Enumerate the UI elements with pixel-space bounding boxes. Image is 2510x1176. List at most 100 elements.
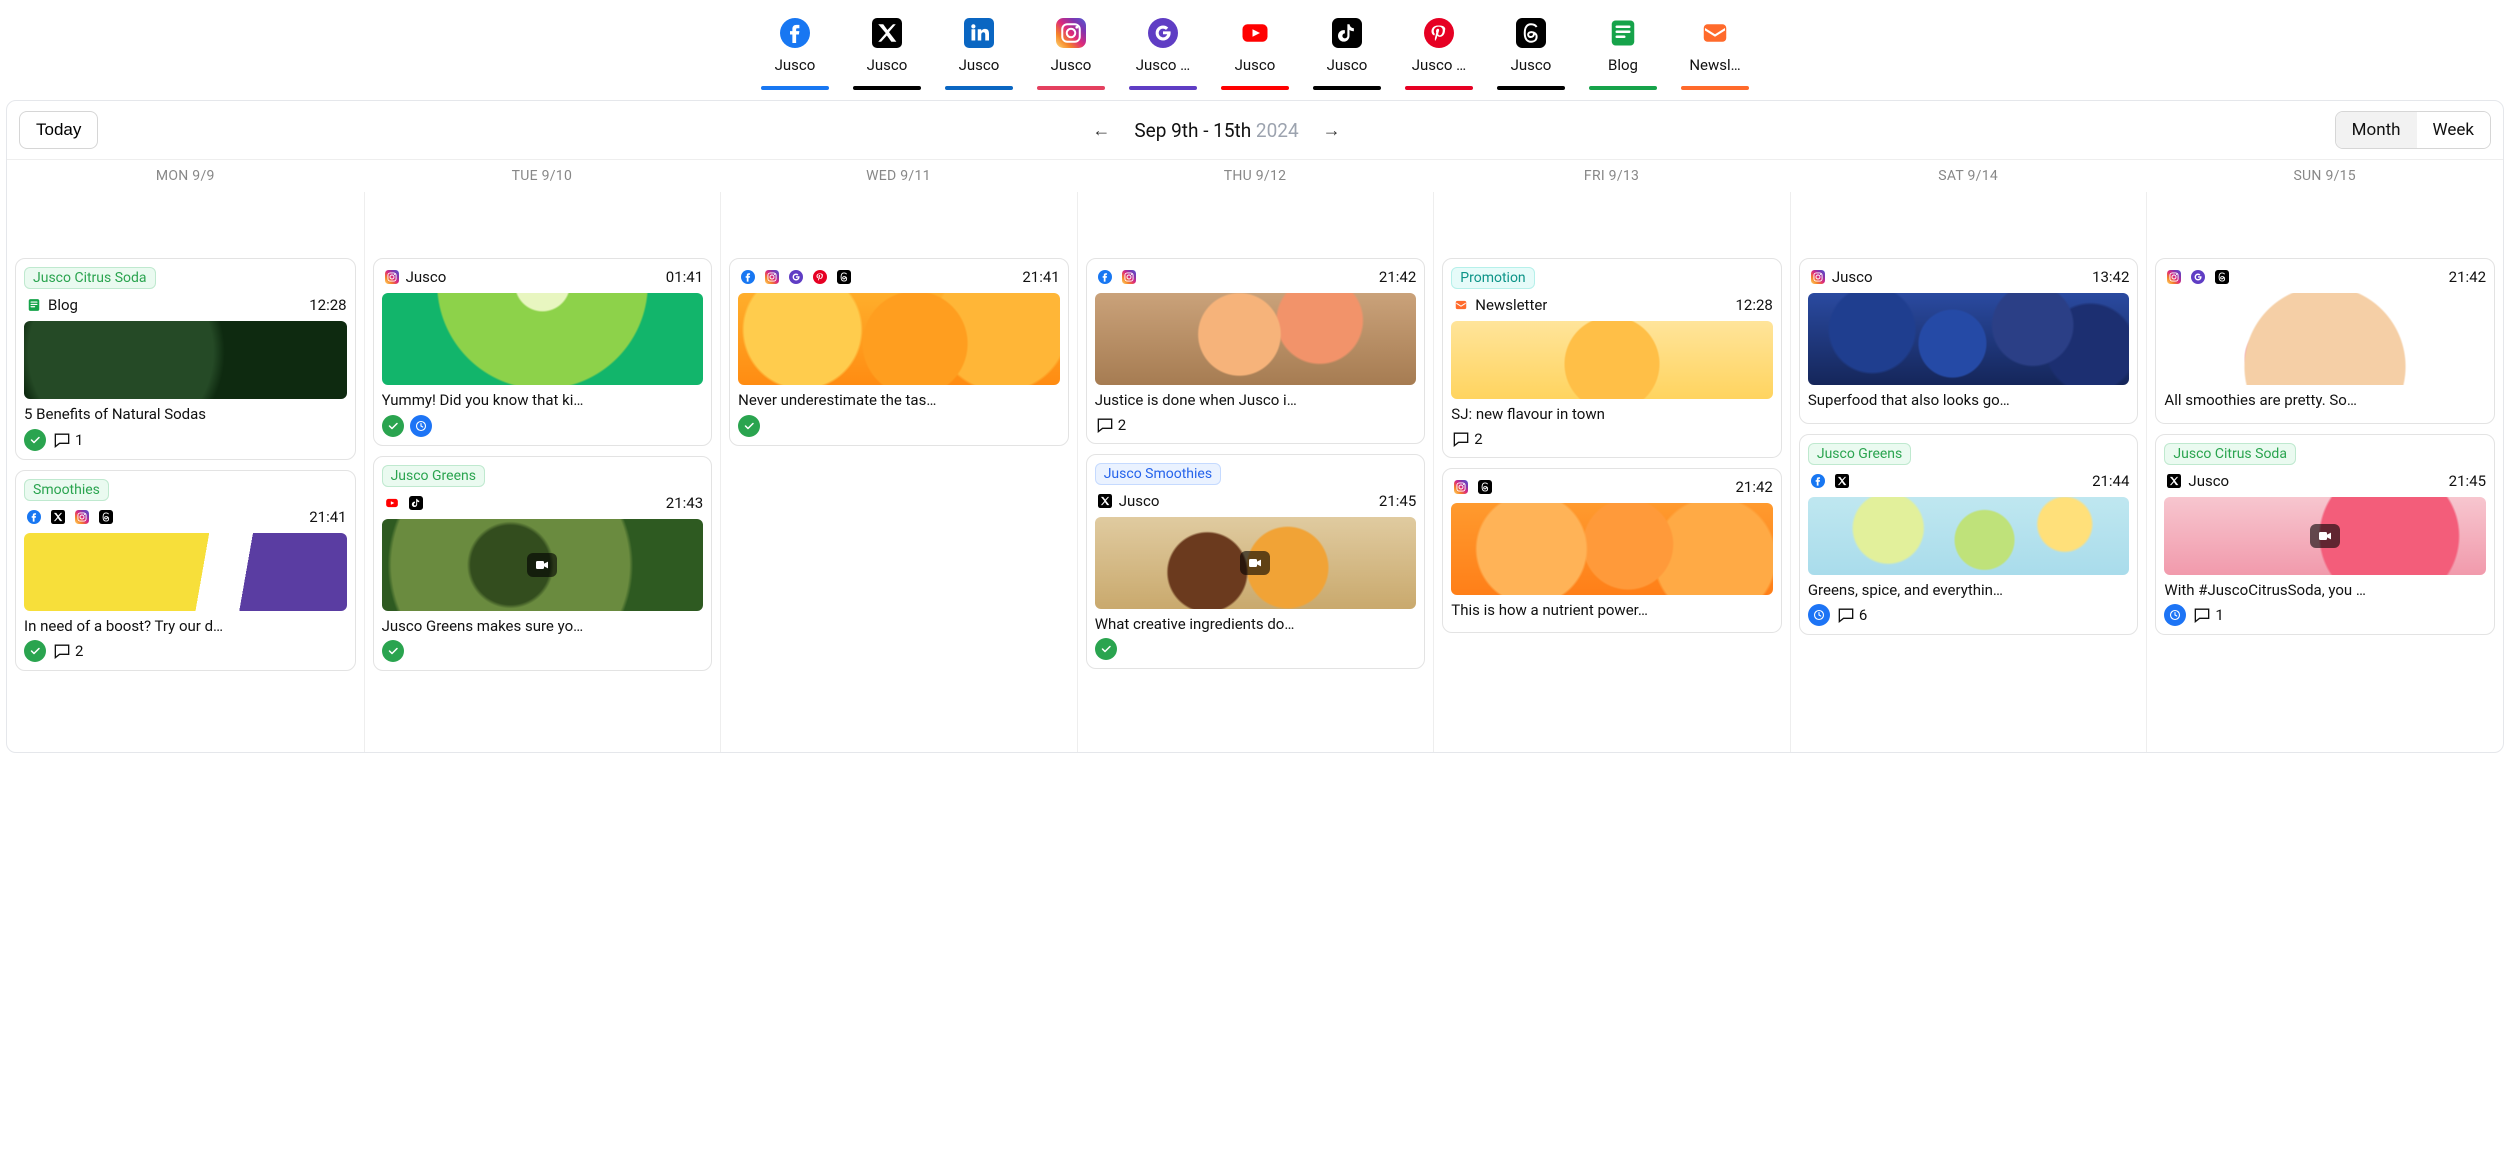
card-footer: 2 xyxy=(1095,415,1417,435)
card-head: Jusco 13:42 xyxy=(1808,267,2130,287)
card-thumbnail xyxy=(1451,503,1773,595)
post-card[interactable]: Jusco 01:41 Yummy! Did you know that ki… xyxy=(373,258,713,446)
card-time: 21:44 xyxy=(2092,472,2129,490)
day-column: 21:42 All smoothies are pretty. So…Jusco… xyxy=(2146,192,2503,752)
pinterest-icon xyxy=(810,267,830,287)
day-header: SUN 9/15 xyxy=(2146,160,2503,192)
card-title: SJ: new flavour in town xyxy=(1451,405,1773,425)
channel-linkedin[interactable]: Jusco xyxy=(945,18,1013,90)
youtube-icon xyxy=(1240,18,1270,48)
card-head: 21:42 xyxy=(1451,477,1773,497)
card-tag: Jusco Citrus Soda xyxy=(24,267,156,289)
channel-underline xyxy=(1129,86,1197,90)
channel-threads[interactable]: Jusco xyxy=(1497,18,1565,90)
threads-icon xyxy=(1516,18,1546,48)
tiktok-icon xyxy=(406,493,426,513)
post-card[interactable]: Jusco Greens 21:44 Greens, spice, and ev… xyxy=(1799,434,2139,636)
post-card[interactable]: Jusco Citrus Soda Blog 12:28 5 Benefits … xyxy=(15,258,356,460)
next-week-button[interactable]: → xyxy=(1317,116,1347,145)
card-time: 21:41 xyxy=(309,508,346,526)
blog-icon xyxy=(1608,18,1638,48)
day-column: Jusco Citrus Soda Blog 12:28 5 Benefits … xyxy=(7,192,364,752)
card-head: Jusco 01:41 xyxy=(382,267,704,287)
post-card[interactable]: Jusco Greens 21:43 Jusco Greens makes su… xyxy=(373,456,713,672)
channel-label: Jusco xyxy=(959,56,1000,74)
card-footer: 2 xyxy=(1451,429,1773,449)
day-column: Promotion Newsletter 12:28 SJ: new flavo… xyxy=(1433,192,1790,752)
card-tag: Jusco Greens xyxy=(1808,443,1911,465)
card-title: Justice is done when Jusco i… xyxy=(1095,391,1417,411)
channel-x[interactable]: Jusco xyxy=(853,18,921,90)
video-icon xyxy=(1240,551,1270,575)
x-icon xyxy=(2164,471,2184,491)
card-title: Yummy! Did you know that ki… xyxy=(382,391,704,411)
view-month-button[interactable]: Month xyxy=(2336,112,2417,148)
channel-underline xyxy=(1037,86,1105,90)
card-account: Jusco xyxy=(1119,492,1160,510)
card-time: 13:42 xyxy=(2092,268,2129,286)
channel-underline xyxy=(761,86,829,90)
instagram-icon xyxy=(762,267,782,287)
today-button[interactable]: Today xyxy=(19,111,98,149)
post-card[interactable]: Jusco Citrus Soda Jusco 21:45 With #Jusc… xyxy=(2155,434,2495,636)
post-card[interactable]: 21:42 This is how a nutrient power… xyxy=(1442,468,1782,634)
youtube-icon xyxy=(382,493,402,513)
card-account: Jusco xyxy=(1832,268,1873,286)
comment-icon xyxy=(52,641,72,661)
tiktok-icon xyxy=(1332,18,1362,48)
channels-row: Jusco Jusco Jusco Jusco Jusco … Jusco Ju… xyxy=(0,0,2510,90)
comment-count: 2 xyxy=(52,641,83,661)
card-account: Newsletter xyxy=(1475,296,1547,314)
card-title: Jusco Greens makes sure yo… xyxy=(382,617,704,637)
post-card[interactable]: Promotion Newsletter 12:28 SJ: new flavo… xyxy=(1442,258,1782,458)
card-title: 5 Benefits of Natural Sodas xyxy=(24,405,347,425)
instagram-icon xyxy=(1119,267,1139,287)
threads-icon xyxy=(1475,477,1495,497)
post-card[interactable]: 21:42 Justice is done when Jusco i… 2 xyxy=(1086,258,1426,444)
post-card[interactable]: 21:42 All smoothies are pretty. So… xyxy=(2155,258,2495,424)
card-thumbnail xyxy=(382,293,704,385)
channel-youtube[interactable]: Jusco xyxy=(1221,18,1289,90)
post-card[interactable]: Smoothies 21:41 In need of a boost? Try … xyxy=(15,470,356,672)
day-header: FRI 9/13 xyxy=(1433,160,1790,192)
facebook-icon xyxy=(738,267,758,287)
post-card[interactable]: Jusco Smoothies Jusco 21:45 What creativ… xyxy=(1086,454,1426,670)
channel-tiktok[interactable]: Jusco xyxy=(1313,18,1381,90)
card-thumbnail xyxy=(2164,293,2486,385)
card-tag: Jusco Greens xyxy=(382,465,485,487)
card-account: Blog xyxy=(48,296,78,314)
channel-label: Blog xyxy=(1608,56,1638,74)
comment-count: 2 xyxy=(1451,429,1482,449)
prev-week-button[interactable]: ← xyxy=(1086,116,1116,145)
channel-pinterest[interactable]: Jusco … xyxy=(1405,18,1473,90)
comment-count: 1 xyxy=(2192,605,2223,625)
card-footer xyxy=(382,415,704,437)
channel-blog[interactable]: Blog xyxy=(1589,18,1657,90)
channel-facebook[interactable]: Jusco xyxy=(761,18,829,90)
pinterest-icon xyxy=(1424,18,1454,48)
channel-underline xyxy=(1589,86,1657,90)
channel-google[interactable]: Jusco … xyxy=(1129,18,1197,90)
card-thumbnail xyxy=(24,321,347,399)
channel-newsletter[interactable]: Newsl… xyxy=(1681,18,1749,90)
status-approved-icon xyxy=(24,640,46,662)
comment-icon xyxy=(1836,605,1856,625)
card-account: Jusco xyxy=(2188,472,2229,490)
card-footer xyxy=(1095,638,1417,660)
card-thumbnail xyxy=(1808,293,2130,385)
card-title: Greens, spice, and everythin… xyxy=(1808,581,2130,601)
facebook-icon xyxy=(1095,267,1115,287)
instagram-icon xyxy=(72,507,92,527)
day-column: Jusco 01:41 Yummy! Did you know that ki…… xyxy=(364,192,721,752)
channel-instagram[interactable]: Jusco xyxy=(1037,18,1105,90)
view-week-button[interactable]: Week xyxy=(2417,112,2490,148)
day-column: Jusco 13:42 Superfood that also looks go… xyxy=(1790,192,2147,752)
google-icon xyxy=(2188,267,2208,287)
linkedin-icon xyxy=(964,18,994,48)
channel-label: Jusco xyxy=(1327,56,1368,74)
card-thumbnail xyxy=(738,293,1060,385)
post-card[interactable]: Jusco 13:42 Superfood that also looks go… xyxy=(1799,258,2139,424)
card-title: In need of a boost? Try our d… xyxy=(24,617,347,637)
card-thumbnail xyxy=(1095,293,1417,385)
post-card[interactable]: 21:41 Never underestimate the tas… xyxy=(729,258,1069,446)
